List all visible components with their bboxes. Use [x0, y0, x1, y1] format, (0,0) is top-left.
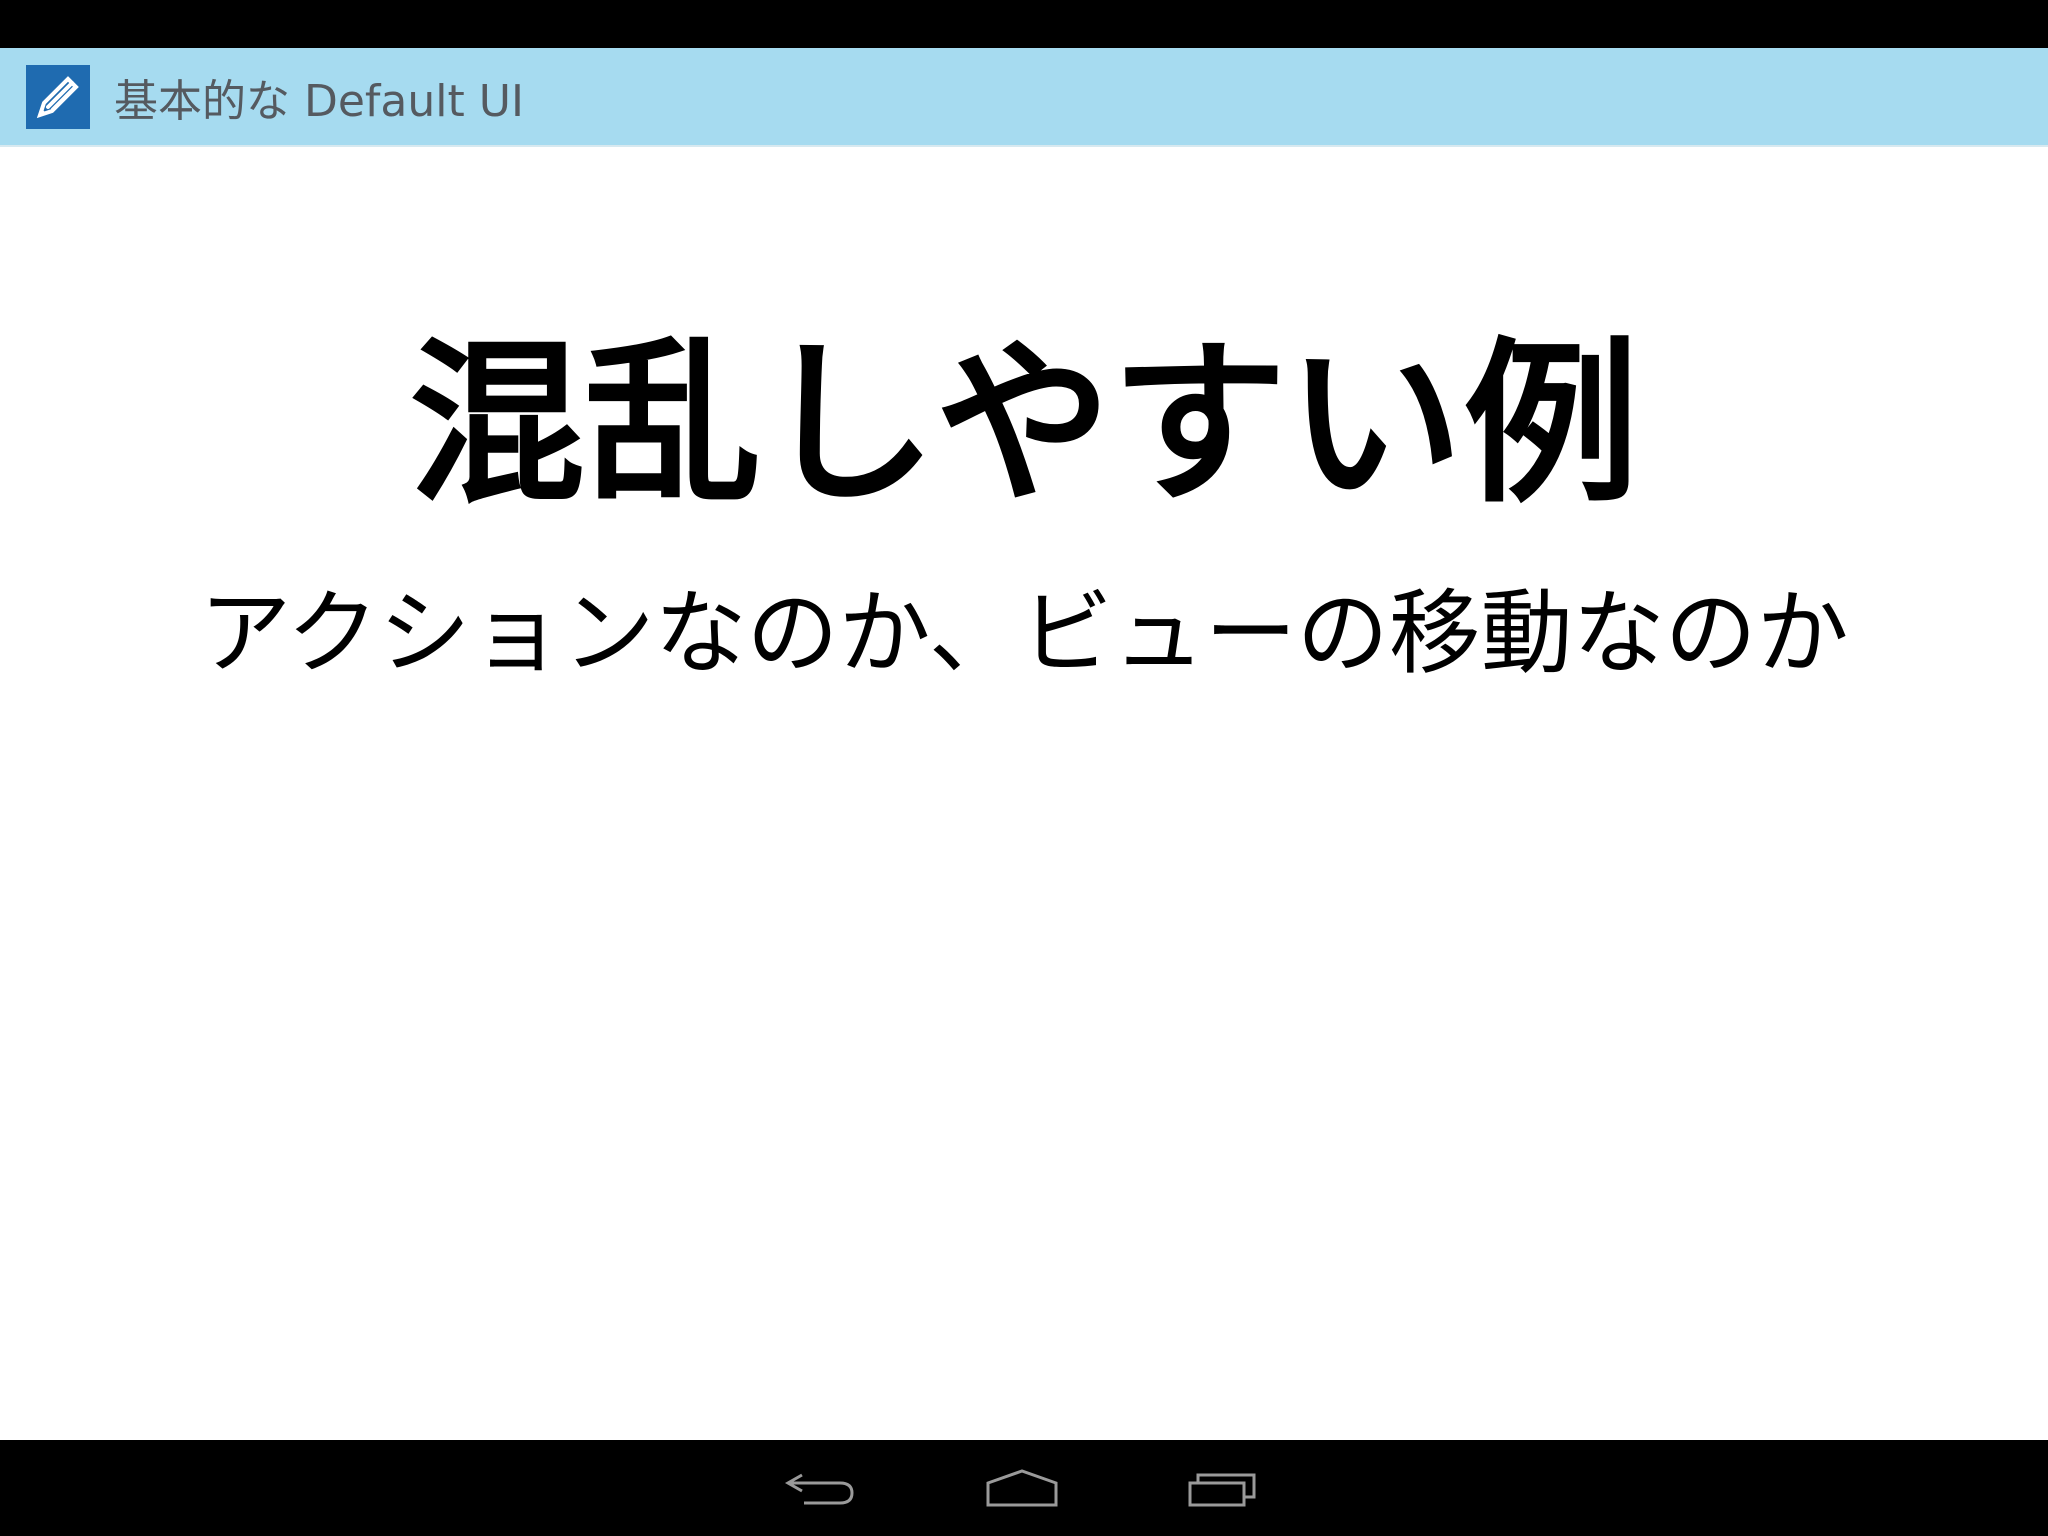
main-content: 混乱しやすい例 アクションなのか、ビューの移動なのか	[0, 147, 2048, 1439]
home-button[interactable]	[962, 1440, 1082, 1536]
home-icon	[986, 1469, 1058, 1507]
back-button[interactable]	[762, 1440, 882, 1536]
navigation-bar	[0, 1440, 2048, 1536]
recent-apps-icon	[1188, 1473, 1256, 1507]
status-bar	[0, 0, 2048, 48]
headline: 混乱しやすい例	[408, 322, 1640, 527]
action-bar: 基本的な Default UI	[0, 48, 2048, 145]
pencil-icon[interactable]	[26, 64, 90, 129]
recent-apps-button[interactable]	[1162, 1440, 1282, 1536]
app-title: 基本的な Default UI	[114, 75, 524, 127]
back-icon	[784, 1473, 854, 1505]
subtitle: アクションなのか、ビューの移動なのか	[199, 580, 1849, 687]
device-screen: 基本的な Default UI 混乱しやすい例 アクションなのか、ビューの移動な…	[0, 0, 2048, 1536]
